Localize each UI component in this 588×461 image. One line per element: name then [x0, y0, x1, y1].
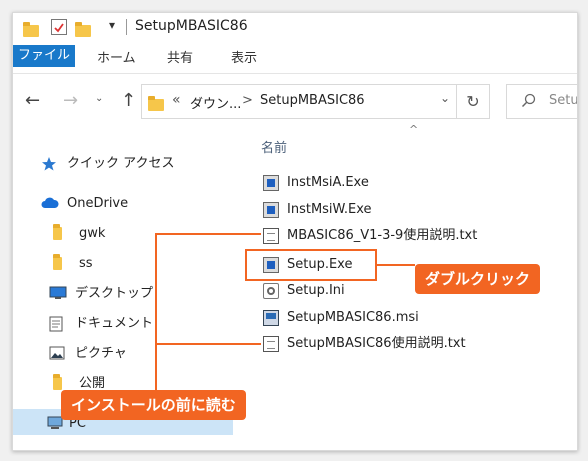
- folder-icon: [53, 224, 62, 248]
- explorer-window: ▾ SetupMBASIC86 ファイル ホーム 共有 表示 ← → ⌄ ↑ «…: [12, 12, 578, 451]
- new-folder-icon[interactable]: [75, 22, 91, 41]
- up-button[interactable]: ↑: [121, 90, 136, 111]
- pc-icon: [47, 416, 63, 438]
- sort-indicator: ^: [409, 123, 419, 136]
- manual-bracket-vertical: [155, 233, 157, 391]
- quick-access-dropdown[interactable]: ▾: [109, 18, 115, 32]
- tab-home[interactable]: ホーム: [97, 45, 136, 73]
- text-document-icon: [263, 336, 279, 352]
- title-bar: ▾ SetupMBASIC86: [13, 13, 577, 43]
- read-before-install-callout: インストールの前に読む: [61, 390, 246, 420]
- search-box[interactable]: Setu: [506, 84, 578, 119]
- tab-share[interactable]: 共有: [167, 45, 193, 73]
- breadcrumb-setupmbasic86[interactable]: SetupMBASIC86: [260, 93, 365, 108]
- folder-icon: [23, 22, 39, 41]
- address-bar[interactable]: « ダウン... > SetupMBASIC86 ⌄: [141, 84, 457, 119]
- tab-view[interactable]: 表示: [231, 45, 257, 73]
- back-button[interactable]: ←: [25, 90, 40, 111]
- properties-checkbox-icon[interactable]: [51, 19, 67, 35]
- document-icon: [49, 316, 63, 340]
- window-title: SetupMBASIC86: [135, 18, 248, 34]
- refresh-button[interactable]: ↻: [456, 84, 490, 119]
- breadcrumb-separator: >: [242, 93, 253, 108]
- ribbon: ファイル ホーム 共有 表示: [13, 45, 577, 74]
- settings-file-icon: [263, 283, 279, 299]
- cloud-icon: [41, 196, 59, 218]
- folder-icon: [53, 254, 62, 278]
- picture-icon: [49, 346, 65, 368]
- manual-bracket-bottom: [155, 343, 261, 345]
- address-dropdown[interactable]: ⌄: [440, 91, 450, 105]
- double-click-callout: ダブルクリック: [415, 264, 541, 294]
- column-header-name[interactable]: 名前: [261, 137, 287, 156]
- exe-icon: [263, 175, 279, 191]
- recent-locations-dropdown[interactable]: ⌄: [95, 93, 103, 104]
- breadcrumb-downloads[interactable]: ダウン...: [190, 93, 241, 112]
- tab-file[interactable]: ファイル: [13, 45, 75, 67]
- manual-bracket-top: [155, 233, 261, 235]
- text-document-icon: [263, 228, 279, 244]
- search-placeholder: Setu: [549, 93, 578, 108]
- installer-package-icon: [263, 310, 279, 326]
- search-icon: [521, 93, 537, 113]
- forward-button[interactable]: →: [63, 90, 78, 111]
- desktop-icon: [49, 286, 67, 308]
- exe-icon: [263, 202, 279, 218]
- breadcrumb-overflow[interactable]: «: [172, 92, 181, 108]
- folder-icon: [148, 96, 164, 115]
- star-icon: [41, 156, 57, 180]
- double-click-connector: [375, 264, 415, 266]
- title-divider: [126, 19, 127, 35]
- setup-exe-highlight-box: [245, 249, 377, 281]
